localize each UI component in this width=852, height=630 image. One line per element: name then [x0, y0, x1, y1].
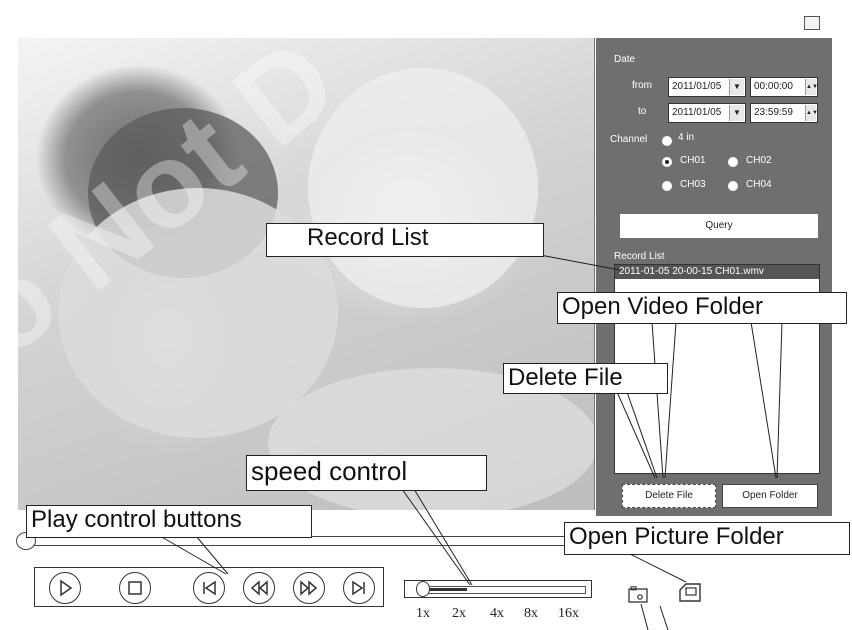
callout-open-picture-folder: Open Picture Folder	[564, 522, 850, 555]
callout-open-video-folder: Open Video Folder	[557, 292, 847, 324]
callout-delete-file: Delete File	[503, 363, 668, 394]
callout-speed-control: speed control	[246, 455, 487, 491]
callout-play-control-buttons: Play control buttons	[26, 505, 312, 538]
callout-record-list: Record List	[266, 223, 544, 257]
